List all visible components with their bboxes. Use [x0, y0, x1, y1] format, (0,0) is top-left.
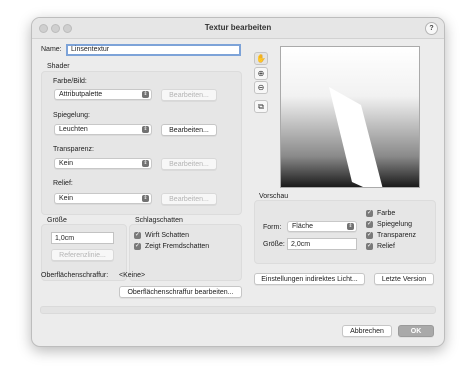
vorschau-spiegelung-label: Spiegelung: [377, 221, 413, 228]
vorschau-title: Vorschau: [259, 193, 289, 200]
vorschau-transparenz-checkbox[interactable]: ✓: [366, 232, 373, 239]
letzte-version-button[interactable]: Letzte Version: [374, 273, 434, 285]
zoom-out-icon[interactable]: ⊖: [254, 81, 268, 94]
form-select[interactable]: Fläche ⇕: [287, 221, 357, 232]
form-label: Form:: [263, 224, 282, 231]
vorschau-transparenz-label: Transparenz: [377, 232, 417, 239]
transparenz-edit-button[interactable]: Bearbeiten...: [161, 158, 217, 170]
hand-icon[interactable]: ✋: [254, 52, 268, 65]
groesse-field[interactable]: 1,0cm: [51, 232, 114, 244]
fit-view-icon[interactable]: ⧉: [254, 100, 268, 113]
vorschau-relief-checkbox[interactable]: ✓: [366, 243, 373, 250]
oberflaeche-label: Oberflächenschraffur:: [41, 272, 109, 279]
help-button[interactable]: ?: [425, 22, 438, 35]
zeigt-fremdschatten-checkbox[interactable]: ✓: [134, 243, 141, 250]
zoom-in-icon[interactable]: ⊕: [254, 67, 268, 80]
relief-select[interactable]: Kein ⇕: [54, 193, 152, 204]
wirft-schatten-checkbox[interactable]: ✓: [134, 232, 141, 239]
chevron-updown-icon: ⇕: [142, 195, 149, 202]
schlagschatten-title: Schlagschatten: [135, 217, 183, 224]
chevron-updown-icon: ⇕: [347, 223, 354, 230]
relief-edit-button[interactable]: Bearbeiten...: [161, 193, 217, 205]
farbe-select[interactable]: Attributpalette ⇕: [54, 89, 152, 100]
transparenz-label: Transparenz:: [53, 146, 94, 153]
wirft-schatten-label: Wirft Schatten: [145, 232, 189, 239]
chevron-updown-icon: ⇕: [142, 91, 149, 98]
vorschau-relief-label: Relief: [377, 243, 395, 250]
indirektes-licht-button[interactable]: Einstellungen indirektes Licht...: [254, 273, 365, 285]
farbe-edit-button[interactable]: Bearbeiten...: [161, 89, 217, 101]
title-bar: Textur bearbeiten ?: [32, 18, 444, 39]
zeigt-fremdschatten-label: Zeigt Fremdschatten: [145, 243, 210, 250]
relief-label: Relief:: [53, 180, 73, 187]
oberflaeche-value: <Keine>: [119, 272, 146, 279]
chevron-updown-icon: ⇕: [142, 160, 149, 167]
chevron-updown-icon: ⇕: [142, 126, 149, 133]
farbe-label: Farbe/Bild:: [53, 78, 87, 85]
texture-preview: [280, 46, 420, 188]
transparenz-select-value: Kein: [59, 160, 74, 167]
vorschau-farbe-label: Farbe: [377, 210, 396, 217]
ok-button[interactable]: OK: [398, 325, 434, 337]
shader-title: Shader: [47, 63, 70, 70]
groesse-title: Größe: [47, 217, 67, 224]
vorschau-groesse-label: Größe:: [263, 241, 285, 248]
spiegelung-select[interactable]: Leuchten ⇕: [54, 124, 152, 135]
relief-select-value: Kein: [59, 195, 74, 202]
name-label: Name:: [41, 46, 62, 53]
texture-dialog: Textur bearbeiten ? Name: Linsentextur S…: [31, 17, 445, 347]
spiegelung-label: Spiegelung:: [53, 112, 90, 119]
oberflaeche-edit-button[interactable]: Oberflächenschraffur bearbeiten...: [119, 286, 242, 298]
vorschau-groesse-field[interactable]: 2,0cm: [287, 238, 357, 250]
vorschau-spiegelung-checkbox[interactable]: ✓: [366, 221, 373, 228]
form-select-value: Fläche: [292, 223, 314, 230]
referenzlinie-button[interactable]: Referenzlinie...: [51, 249, 114, 261]
spiegelung-select-value: Leuchten: [59, 126, 88, 133]
cancel-button[interactable]: Abbrechen: [342, 325, 392, 337]
name-field[interactable]: Linsentextur: [66, 44, 241, 56]
progress-bar: [40, 306, 436, 314]
window-title: Textur bearbeiten: [204, 23, 272, 32]
vorschau-farbe-checkbox[interactable]: ✓: [366, 210, 373, 217]
farbe-select-value: Attributpalette: [59, 91, 103, 98]
transparenz-select[interactable]: Kein ⇕: [54, 158, 152, 169]
preview-plane: [329, 87, 383, 187]
spiegelung-edit-button[interactable]: Bearbeiten...: [161, 124, 217, 136]
